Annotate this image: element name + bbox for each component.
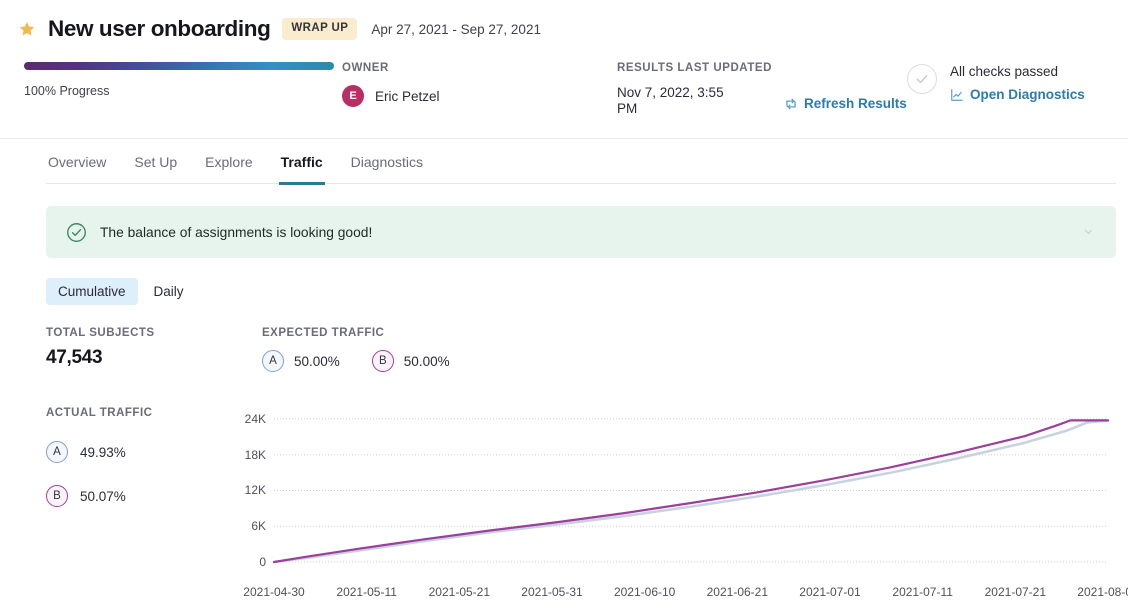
x-axis-tick: 2021-06-21 [707, 585, 768, 599]
status-badge: WRAP UP [282, 18, 357, 40]
page-header: New user onboarding WRAP UP Apr 27, 2021… [0, 0, 1128, 122]
owner-name: Eric Petzel [375, 89, 440, 104]
total-subjects-label: TOTAL SUBJECTS [46, 327, 262, 339]
open-diagnostics-button[interactable]: Open Diagnostics [950, 87, 1085, 102]
expected-traffic-values: A 50.00% B 50.00% [262, 350, 450, 372]
status-banner: The balance of assignments is looking go… [46, 206, 1116, 258]
checks-passed-icon [907, 64, 937, 94]
results-updated-column: RESULTS LAST UPDATED Nov 7, 2022, 3:55 P… [617, 62, 907, 118]
actual-variant-a: A 49.93% [46, 441, 236, 463]
avatar: E [342, 85, 364, 107]
x-axis-tick: 2021-07-01 [799, 585, 860, 599]
owner-label: OWNER [342, 62, 617, 74]
date-range: Apr 27, 2021 - Sep 27, 2021 [371, 22, 541, 37]
tabs: Overview Set Up Explore Traffic Diagnost… [46, 139, 1116, 184]
y-axis-tick: 0 [232, 555, 266, 569]
expected-traffic-label: EXPECTED TRAFFIC [262, 327, 450, 339]
expected-a-value: 50.00% [294, 354, 340, 369]
x-axis-tick: 2021-08-05 [1077, 585, 1128, 599]
toggle-daily[interactable]: Daily [142, 278, 196, 305]
total-subjects-value: 47,543 [46, 347, 262, 369]
variant-a-badge: A [262, 350, 284, 372]
results-updated-time: Nov 7, 2022, 3:55 PM [617, 85, 737, 118]
y-axis-tick: 18K [232, 448, 266, 462]
chevron-collapse-icon[interactable] [1083, 227, 1094, 238]
title-row: New user onboarding WRAP UP Apr 27, 2021… [12, 12, 1116, 46]
star-icon[interactable] [18, 20, 36, 38]
tabs-container: Overview Set Up Explore Traffic Diagnost… [0, 138, 1128, 184]
y-axis-tick: 6K [232, 519, 266, 533]
expected-variant-a: A 50.00% [262, 350, 340, 372]
owner-line: E Eric Petzel [342, 85, 617, 107]
cumulative-daily-toggle: Cumulative Daily [46, 278, 1116, 305]
tab-diagnostics[interactable]: Diagnostics [349, 154, 425, 185]
expected-traffic-block: EXPECTED TRAFFIC A 50.00% B 50.00% [262, 327, 450, 372]
banner-check-icon [66, 222, 87, 243]
y-axis-tick: 12K [232, 483, 266, 497]
y-axis-tick: 24K [232, 412, 266, 426]
cumulative-traffic-chart: 06K12K18K24K 2021-04-302021-05-112021-05… [236, 397, 1111, 607]
actual-traffic-label: ACTUAL TRAFFIC [46, 407, 236, 419]
checks-column: All checks passed Open Diagnostics [907, 62, 1085, 102]
x-axis-tick: 2021-05-11 [336, 585, 397, 599]
banner-message: The balance of assignments is looking go… [100, 225, 372, 240]
tab-traffic[interactable]: Traffic [279, 154, 325, 185]
variant-b-badge: B [46, 485, 68, 507]
x-axis-tick: 2021-07-21 [985, 585, 1046, 599]
progress-label: 100% Progress [24, 84, 342, 98]
tab-set-up[interactable]: Set Up [132, 154, 179, 185]
progress-bar [24, 62, 334, 70]
actual-variant-b: B 50.07% [46, 485, 236, 507]
toggle-cumulative[interactable]: Cumulative [46, 278, 138, 305]
tab-explore[interactable]: Explore [203, 154, 254, 185]
owner-column: OWNER E Eric Petzel [342, 62, 617, 107]
actual-traffic-block: ACTUAL TRAFFIC A 49.93% B 50.07% [46, 407, 236, 607]
diagnostics-chart-icon [950, 88, 964, 102]
expected-b-value: 50.00% [404, 354, 450, 369]
refresh-icon [784, 97, 798, 111]
traffic-chart-section: ACTUAL TRAFFIC A 49.93% B 50.07% 0 6K 12K 1… [46, 407, 1116, 607]
open-diagnostics-label: Open Diagnostics [970, 87, 1085, 102]
x-axis-tick: 2021-04-30 [243, 585, 304, 599]
variant-b-badge: B [372, 350, 394, 372]
expected-variant-b: B 50.00% [372, 350, 450, 372]
x-axis-tick: 2021-05-31 [521, 585, 582, 599]
stats-row: TOTAL SUBJECTS 47,543 EXPECTED TRAFFIC A… [46, 327, 1116, 372]
actual-a-value: 49.93% [80, 445, 126, 460]
refresh-results-button[interactable]: Refresh Results [784, 90, 907, 118]
checks-passed-text: All checks passed [950, 64, 1085, 79]
results-updated-label: RESULTS LAST UPDATED [617, 62, 772, 74]
x-axis-tick: 2021-05-21 [429, 585, 490, 599]
x-axis-tick: 2021-06-10 [614, 585, 675, 599]
actual-b-value: 50.07% [80, 489, 126, 504]
variant-a-badge: A [46, 441, 68, 463]
total-subjects-block: TOTAL SUBJECTS 47,543 [46, 327, 262, 372]
refresh-results-label: Refresh Results [804, 96, 907, 111]
x-axis-tick: 2021-07-11 [892, 585, 953, 599]
tab-overview[interactable]: Overview [46, 154, 108, 185]
chart-plot [236, 397, 1111, 607]
progress-column: 100% Progress [12, 62, 342, 98]
page-title: New user onboarding [48, 16, 270, 42]
header-meta-row: 100% Progress OWNER E Eric Petzel RESULT… [12, 62, 1116, 122]
main-content: The balance of assignments is looking go… [0, 206, 1128, 607]
